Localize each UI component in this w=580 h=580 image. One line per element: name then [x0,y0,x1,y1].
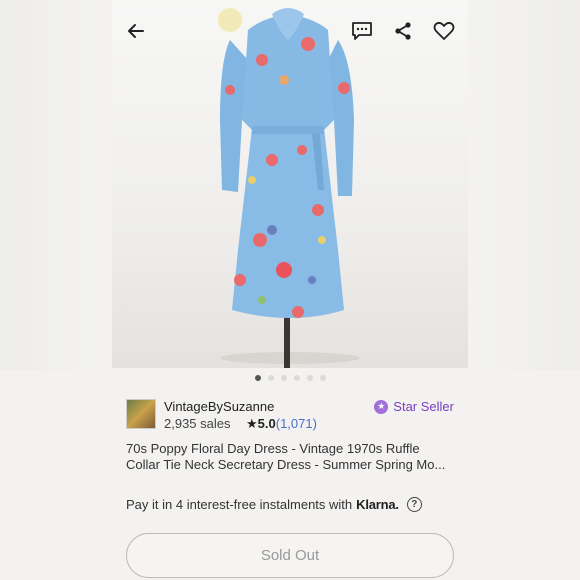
listing-title-line: 70s Poppy Floral Day Dress - Vintage 197… [126,441,420,456]
star-seller-badge[interactable]: ★ Star Seller [374,399,454,414]
gallery-dot[interactable] [319,375,326,381]
share-icon [395,22,411,40]
back-button[interactable] [121,16,151,46]
gallery-dot[interactable] [293,375,300,381]
dress-illustration [218,8,360,368]
message-icon [352,22,372,40]
klarna-logo: Klarna. [356,497,399,512]
shop-rating[interactable]: ★5.0(1,071) [246,416,317,432]
shop-avatar[interactable] [126,399,156,429]
klarna-text: Pay it in 4 interest-free instalments wi… [126,497,353,512]
product-image[interactable] [112,0,468,368]
rating-score: 5.0 [257,416,276,431]
favorite-button[interactable] [429,16,459,46]
listing-title[interactable]: 70s Poppy Floral Day Dress - Vintage 197… [126,441,456,473]
gallery-dot[interactable] [254,375,261,381]
share-button[interactable] [388,16,418,46]
sold-out-button[interactable]: Sold Out [126,533,454,578]
gallery-pagination [0,375,580,381]
gallery-dot[interactable] [267,375,274,381]
star-icon: ★ [246,416,258,431]
arrow-left-icon [128,24,144,38]
shop-name[interactable]: VintageBySuzanne [164,399,274,414]
shop-sales: 2,935 sales [164,416,231,431]
gallery-dot[interactable] [280,375,287,381]
shop-info[interactable]: VintageBySuzanne 2,935 sales ★5.0(1,071)… [126,399,456,431]
klarna-payment-info: Pay it in 4 interest-free instalments wi… [126,497,422,512]
star-seller-label: Star Seller [393,399,454,414]
message-seller-button[interactable] [347,16,377,46]
heart-icon [433,21,455,40]
listing-title-line: Collar Tie Neck Secretary Dress - Summer… [126,457,446,472]
rating-count[interactable]: (1,071) [276,416,317,431]
star-seller-icon: ★ [374,399,389,414]
gallery-dot[interactable] [306,375,313,381]
question-circle-icon[interactable]: ? [406,497,422,512]
